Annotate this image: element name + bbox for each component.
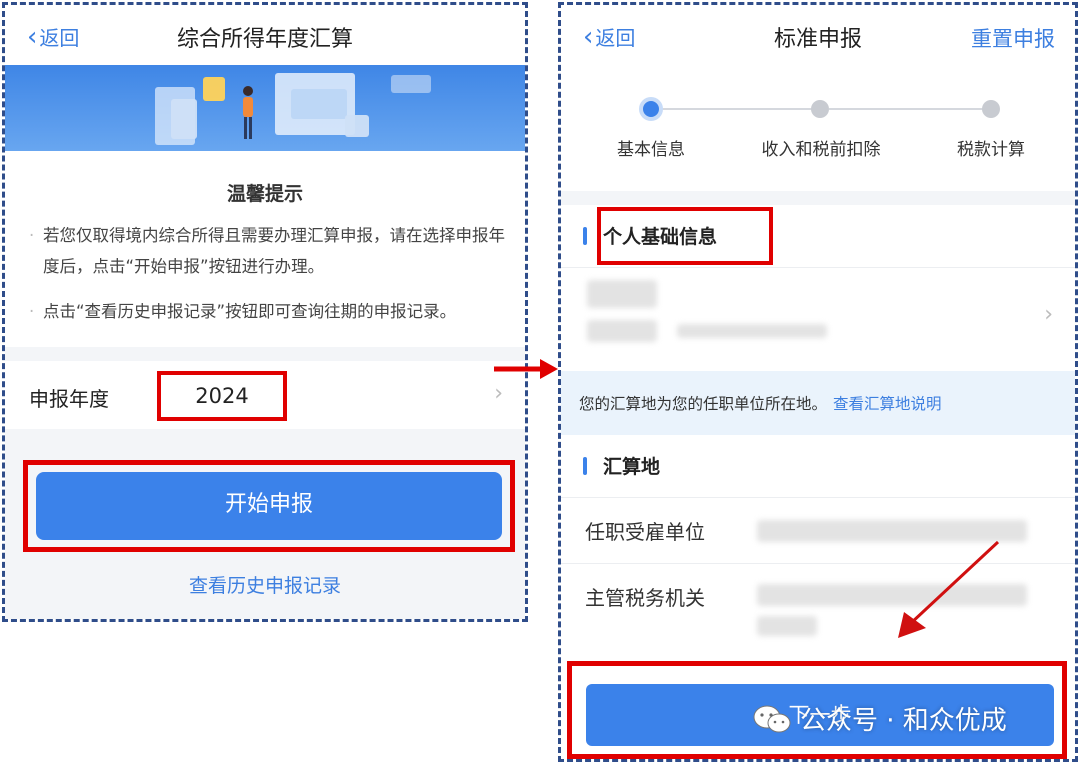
year-label: 申报年度: [29, 387, 109, 411]
personal-info-row[interactable]: ›: [561, 267, 1075, 367]
chat-card-illustration: [345, 115, 369, 137]
history-records-link[interactable]: 查看历史申报记录: [5, 571, 525, 598]
employer-label: 任职受雇单位: [585, 520, 705, 544]
nav-bar: ‹ 返回 综合所得年度汇算: [5, 5, 525, 65]
step-dot-active: [639, 97, 663, 121]
step-connector: [829, 108, 989, 110]
progress-steps: 基本信息 收入和税前扣除 税款计算: [561, 65, 1075, 191]
wechat-icon: [753, 705, 791, 732]
settlement-section-header: 汇算地: [561, 435, 1075, 497]
chat-card-illustration: [291, 89, 347, 119]
page-title: 综合所得年度汇算: [176, 27, 353, 52]
section-marker: [583, 457, 587, 475]
redacted-text: [757, 616, 817, 636]
year-row[interactable]: 申报年度 2024 ›: [5, 363, 525, 429]
redacted-text: [587, 280, 657, 308]
basic-info-section-header: 个人基础信息: [561, 205, 1075, 267]
step-connector: [657, 108, 817, 110]
year-value-highlight: 2024: [157, 371, 287, 421]
banner-illustration: [5, 65, 525, 151]
chevron-right-icon: ›: [1044, 302, 1053, 327]
reset-declaration-button[interactable]: 重置申报: [971, 23, 1055, 53]
step-dot: [982, 100, 1000, 118]
basic-info-highlight: [597, 207, 773, 265]
tip-item: 若您仅取得境内综合所得且需要办理汇算申报，请在选择申报年度后，点击“开始申报”按…: [29, 220, 505, 282]
start-button-highlight: 开始申报: [23, 460, 515, 552]
left-phone-screen: ‹ 返回 综合所得年度汇算 温馨提示 若您仅取得境内综合所得且需要办理汇算申报，…: [2, 2, 528, 622]
divider: [5, 347, 525, 361]
flow-arrow-icon: [494, 359, 558, 379]
divider: [561, 191, 1075, 205]
redacted-text: [677, 324, 827, 338]
step-dot: [811, 100, 829, 118]
tips-title: 温馨提示: [226, 183, 303, 205]
redacted-text: [757, 520, 1027, 542]
pointer-arrow-icon: [898, 540, 1000, 638]
start-declaration-button[interactable]: 开始申报: [36, 472, 502, 540]
redacted-text: [587, 320, 657, 342]
notice-text: 您的汇算地为您的任职单位所在地。: [579, 395, 828, 413]
chevron-right-icon: ›: [494, 381, 503, 406]
watermark: 公众号 · 和众优成: [752, 700, 1007, 737]
watermark-text: 公众号 · 和众优成: [800, 706, 1007, 736]
step-label-basic-info: 基本信息: [617, 140, 685, 160]
settlement-explanation-link[interactable]: 查看汇算地说明: [833, 395, 942, 413]
settlement-notice: 您的汇算地为您的任职单位所在地。 查看汇算地说明: [561, 371, 1075, 437]
tax-authority-label: 主管税务机关: [585, 586, 705, 610]
step-label-tax: 税款计算: [957, 140, 1025, 160]
step-label-income: 收入和税前扣除: [761, 140, 881, 160]
chat-card-illustration: [391, 75, 431, 93]
document-illustration: [171, 99, 197, 139]
note-illustration: [203, 77, 225, 101]
section-marker: [583, 227, 587, 245]
person-illustration: [243, 86, 253, 139]
section-title: 汇算地: [603, 456, 661, 478]
nav-bar: ‹ 返回 标准申报 重置申报: [561, 5, 1075, 65]
tip-item: 点击“查看历史申报记录”按钮即可查询往期的申报记录。: [29, 296, 505, 327]
